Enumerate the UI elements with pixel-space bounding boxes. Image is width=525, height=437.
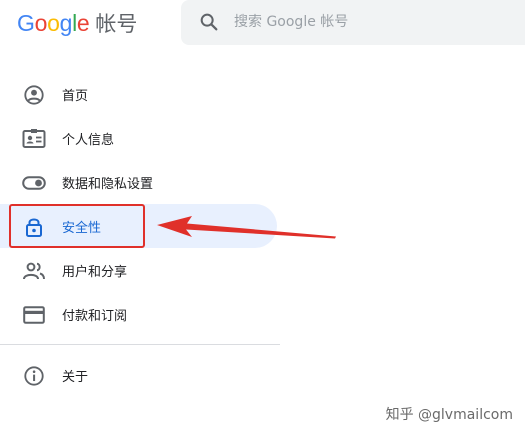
search-bar[interactable]: [181, 0, 525, 45]
logo-letter: o: [34, 9, 48, 36]
annotation-arrow: [157, 216, 336, 239]
people-icon: [22, 259, 46, 283]
nav-divider: [0, 344, 280, 345]
header: Google 帐号: [0, 0, 525, 50]
google-wordmark: Google: [17, 9, 90, 37]
sidebar-item-label: 关于: [62, 369, 89, 385]
sidebar-item-data-privacy[interactable]: 数据和隐私设置: [0, 160, 280, 204]
logo-letter: G: [17, 9, 35, 36]
watermark: 知乎 @glvmailcom: [385, 407, 513, 423]
search-input[interactable]: [234, 8, 514, 36]
annotation-highlight-box: [9, 204, 145, 248]
sidebar-item-label: 首页: [62, 88, 89, 104]
sidebar-item-about[interactable]: 关于: [0, 353, 280, 397]
sidebar-item-label: 付款和订阅: [62, 308, 128, 324]
id-card-icon: [22, 127, 46, 151]
logo-letter: e: [76, 9, 90, 36]
google-account-logo[interactable]: Google 帐号: [17, 8, 137, 38]
info-icon: [22, 364, 46, 388]
logo-suffix: 帐号: [95, 12, 138, 36]
toggle-icon: [22, 171, 46, 195]
account-circle-icon: [22, 83, 46, 107]
sidebar-item-payments[interactable]: 付款和订阅: [0, 292, 280, 336]
sidebar-item-label: 个人信息: [62, 132, 115, 148]
sidebar-item-personal-info[interactable]: 个人信息: [0, 116, 280, 160]
sidebar-item-people-sharing[interactable]: 用户和分享: [0, 248, 280, 292]
search-icon[interactable]: [198, 11, 220, 33]
sidebar-item-label: 用户和分享: [62, 264, 128, 280]
logo-letter: g: [59, 9, 73, 36]
credit-card-icon: [22, 303, 46, 327]
logo-letter: o: [47, 9, 60, 36]
sidebar-item-label: 数据和隐私设置: [62, 176, 154, 192]
sidebar-item-home[interactable]: 首页: [0, 72, 280, 116]
